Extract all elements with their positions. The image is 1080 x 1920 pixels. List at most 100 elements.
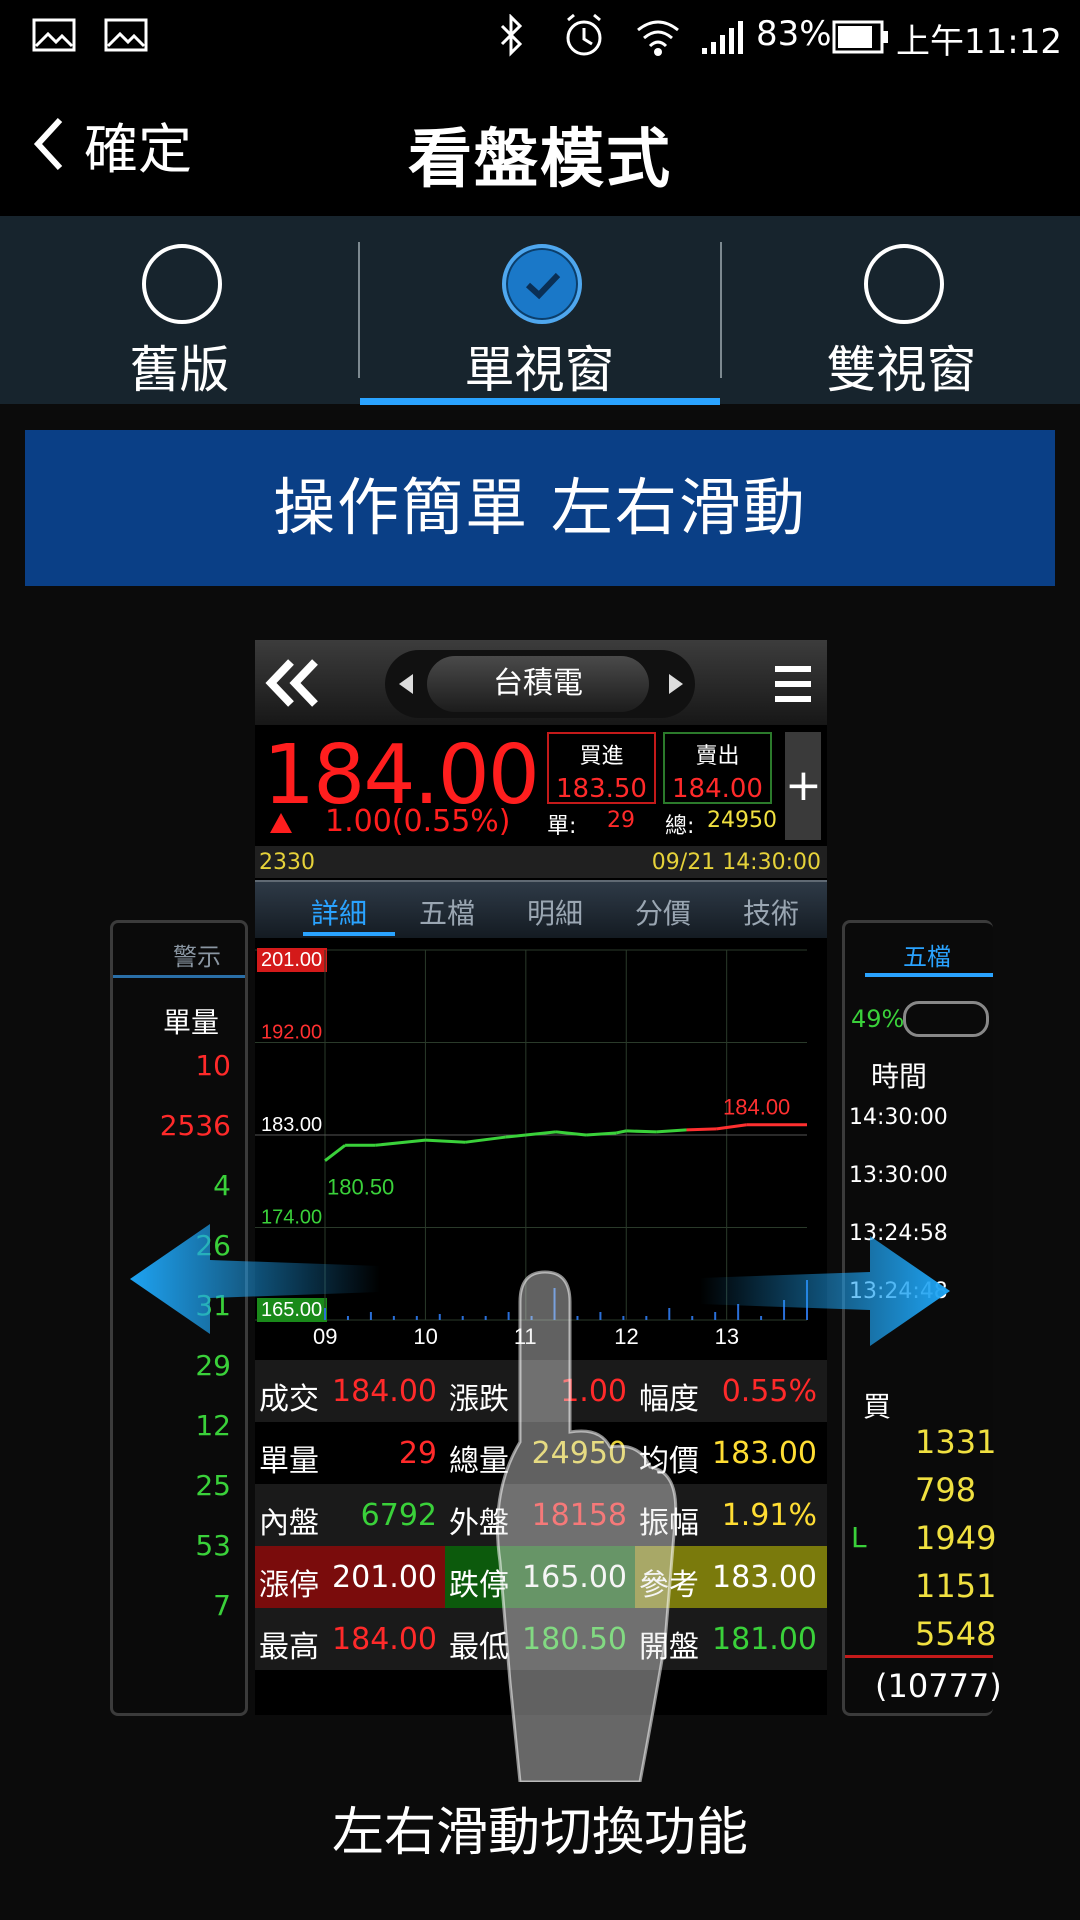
panel-value: 12 [195,1409,231,1442]
panel-value: 53 [195,1529,231,1562]
mode-option-single[interactable]: 單視窗 [360,216,719,404]
stock-switcher[interactable]: 台積電 [385,650,695,718]
stat-label: 漲停 [259,1568,319,1603]
ask-box: 賣出 184.00 [663,732,772,804]
price-line-segment [425,1138,466,1144]
unit-value: 29 [607,808,635,833]
low-annotation: 180.50 [327,1175,394,1200]
datetime: 09/21 14:30:00 [651,850,821,875]
stat-value: 6792 [360,1498,437,1533]
panel-header: 五檔 [903,943,951,971]
price-line-segment [615,1129,627,1135]
battery-icon [832,20,888,54]
mode-selector: 舊版 單視窗 雙視窗 [0,216,1080,404]
bid-volume: 5548 [915,1615,997,1653]
column-header: 單量 [163,1006,220,1039]
bid-box: 買進 183.50 [547,732,656,804]
tab-indicator [360,398,720,405]
mode-label: 舊版 [129,341,230,399]
mode-label: 單視窗 [464,341,615,399]
stat-value: 183.00 [712,1560,817,1595]
arrow-right-icon [669,674,683,694]
ask-price: 184.00 [672,774,763,804]
tab-detail[interactable]: 詳細 [311,892,367,932]
add-button[interactable]: + [785,732,822,840]
stat-label: 單量 [259,1444,319,1479]
panel-value: 4 [213,1169,231,1202]
high-annotation: 184.00 [723,1095,790,1120]
demo-toolbar: 台積電 [255,640,827,725]
y-tick-label: 201.00 [261,949,322,971]
panel-value: 29 [195,1349,231,1382]
stat-value: 0.55% [721,1374,817,1409]
panel-value: 10 [195,1049,231,1082]
tab-technical[interactable]: 技術 [743,892,799,932]
detail-tabs: 詳細 五檔 明細 分價 技術 [255,880,827,938]
wifi-icon [637,20,679,56]
bid-volume: 1949 [915,1519,997,1557]
signal-icon [702,21,743,54]
stat-value: 181.00 [712,1622,817,1657]
radio-unchecked-icon [141,244,222,324]
bid-volume: 1151 [915,1567,997,1605]
unit-label: 單: [547,814,577,839]
price-line-segment [686,1127,717,1132]
l-label: L [851,1521,867,1554]
gallery-icon [104,18,148,52]
bid-volume: 798 [915,1471,977,1509]
panel-value: 7 [213,1589,231,1622]
tab-price-volume[interactable]: 分價 [635,892,691,932]
tab-five-levels[interactable]: 五檔 [419,892,475,932]
gallery-icon [32,18,76,52]
column-header: 時間 [871,1060,928,1093]
banner-text: 操作簡單 左右滑動 [273,471,807,544]
y-tick-label: 192.00 [261,1022,322,1044]
menu-icon[interactable] [775,664,811,704]
toggle-switch [903,1001,989,1037]
stat-label: 最高 [259,1630,319,1665]
stock-info-row: 2330 09/21 14:30:00 [255,846,827,878]
stock-code: 2330 [259,850,315,875]
stat-label: 成交 [259,1382,319,1417]
ask-label: 賣出 [695,744,740,769]
total-value: 24950 [707,808,777,833]
swipe-right-arrow-icon [700,1236,950,1346]
x-tick-label: 10 [413,1324,437,1349]
double-chevron-left-icon [265,659,318,707]
radio-checked-icon [501,244,582,324]
total-footer: (10777) [875,1667,1002,1705]
stat-value: 201.00 [332,1560,437,1595]
up-arrow-icon [270,813,292,833]
app-bar: 確定 看盤模式 [0,72,1080,216]
battery-percent: 83% [756,14,832,54]
time-value: 14:30:00 [849,1105,948,1130]
stat-value: 184.00 [332,1622,437,1657]
mode-label: 雙視窗 [826,341,977,399]
time-value: 13:30:00 [849,1163,948,1188]
total-label: 總: [665,814,695,839]
buy-label: 買 [863,1390,892,1423]
mode-option-dual[interactable]: 雙視窗 [722,216,1080,404]
feature-banner: 操作簡單 左右滑動 [25,430,1055,586]
bid-volume: 1331 [915,1423,997,1461]
radio-unchecked-icon [863,244,944,324]
status-bar: 83% 上午11:12 [0,0,1080,72]
stat-label: 內盤 [259,1506,319,1541]
price-line-segment [656,1128,687,1134]
hand-gesture-icon [496,1270,678,1782]
panel-value: 2536 [159,1109,231,1142]
panel-value: 25 [195,1469,231,1502]
arrow-left-icon [399,674,413,694]
stat-value: 183.00 [712,1436,817,1471]
panel-header: 警示 [173,943,221,971]
bid-price: 183.50 [556,774,647,804]
y-tick-label: 183.00 [261,1114,322,1136]
tab-ticks[interactable]: 明細 [527,892,583,932]
caption: 左右滑動切換功能 [331,1803,748,1863]
clock: 上午11:12 [896,22,1062,62]
stat-value: 29 [398,1436,437,1471]
bid-label: 買進 [579,744,624,769]
page-title: 看盤模式 [408,123,672,197]
mode-option-old[interactable]: 舊版 [0,216,359,404]
price-change: 1.00(0.55%) [325,804,511,839]
